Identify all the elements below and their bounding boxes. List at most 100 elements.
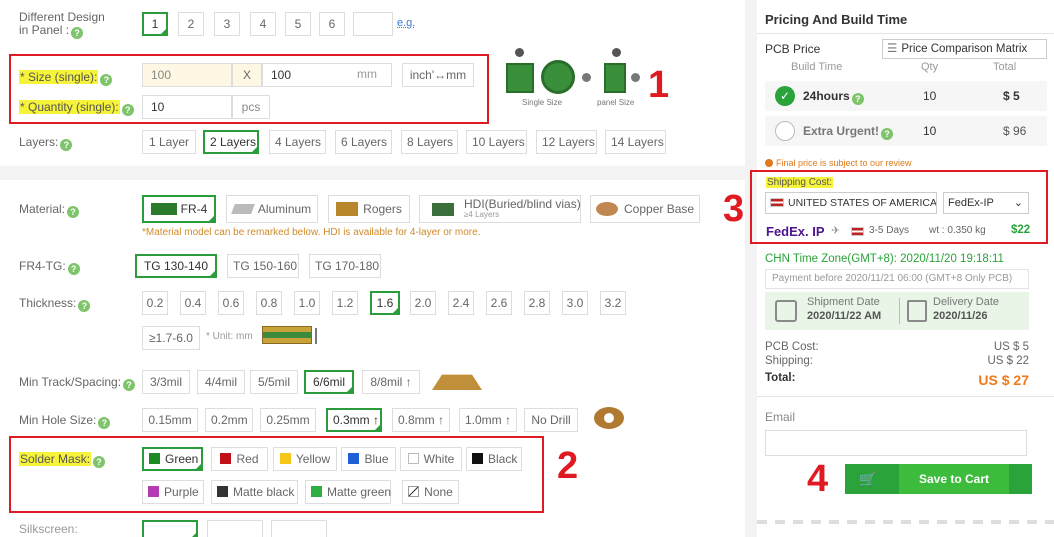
unit-convert-button[interactable]: inch'↔mm: [402, 63, 474, 87]
layers-option[interactable]: 14 Layers: [605, 130, 666, 154]
fr4-tg-option[interactable]: TG 150-160: [227, 254, 299, 278]
remove-icon[interactable]: [612, 48, 621, 57]
layers-option[interactable]: 4 Layers: [269, 130, 326, 154]
example-link[interactable]: e.g.: [397, 17, 415, 29]
hole-size-option-selected[interactable]: 0.3mm ↑: [326, 408, 382, 432]
track-spacing-option-selected[interactable]: 6/6mil: [304, 370, 354, 394]
help-icon[interactable]: ?: [60, 139, 73, 151]
thickness-option[interactable]: 0.6: [218, 291, 244, 315]
thickness-option[interactable]: 2.4: [448, 291, 474, 315]
silkscreen-option[interactable]: [271, 520, 327, 537]
track-spacing-option[interactable]: 8/8mil ↑: [362, 370, 420, 394]
layers-option-selected[interactable]: 2 Layers: [203, 130, 259, 154]
help-icon[interactable]: ?: [67, 206, 80, 218]
build-option-total: $ 5: [1003, 89, 1020, 103]
round-pcb-image: [541, 60, 575, 94]
solder-mask-option-yellow[interactable]: Yellow: [273, 447, 337, 471]
final-price-note: Final price is subject to our review: [765, 158, 912, 168]
solder-mask-option-green[interactable]: Green: [142, 447, 203, 471]
solder-mask-option-black[interactable]: Black: [466, 447, 522, 471]
delivery-label: Delivery Date: [933, 296, 1000, 308]
thickness-option[interactable]: 1.0: [294, 291, 320, 315]
thickness-option[interactable]: 0.4: [180, 291, 206, 315]
thickness-option[interactable]: 0.2: [142, 291, 168, 315]
solder-mask-option-red[interactable]: Red: [211, 447, 268, 471]
layers-option[interactable]: 1 Layer: [142, 130, 196, 154]
track-spacing-option[interactable]: 4/4mil: [197, 370, 245, 394]
hole-size-option[interactable]: 0.8mm ↑: [392, 408, 450, 432]
hole-size-option[interactable]: 0.25mm: [260, 408, 316, 432]
solder-mask-option-purple[interactable]: Purple: [142, 480, 204, 504]
layers-option[interactable]: 6 Layers: [335, 130, 392, 154]
country-select[interactable]: UNITED STATES OF AMERICA▴: [765, 192, 937, 214]
help-icon[interactable]: ?: [93, 456, 106, 468]
solder-mask-option-white[interactable]: White: [400, 447, 462, 471]
hole-size-option[interactable]: 0.2mm: [205, 408, 253, 432]
toggle-icon[interactable]: [582, 73, 591, 82]
design-panel-option-5[interactable]: 5: [285, 12, 311, 36]
solder-mask-option-matte-green[interactable]: Matte green: [305, 480, 391, 504]
thickness-option-selected[interactable]: 1.6: [370, 291, 400, 315]
hole-size-option[interactable]: 0.15mm: [142, 408, 198, 432]
help-icon[interactable]: ?: [881, 128, 894, 140]
thickness-option-custom[interactable]: ≥1.7-6.0: [142, 326, 200, 350]
material-option-aluminum[interactable]: Aluminum: [226, 195, 318, 223]
build-option-row[interactable]: ✓ 24hours? 10 $ 5: [765, 81, 1047, 111]
thickness-option[interactable]: 2.6: [486, 291, 512, 315]
thickness-option[interactable]: 1.2: [332, 291, 358, 315]
shipping-method-select[interactable]: FedEx-IP ⌄: [943, 192, 1029, 214]
layers-option[interactable]: 8 Layers: [401, 130, 458, 154]
help-icon[interactable]: ?: [100, 74, 113, 86]
fr4-tg-option[interactable]: TG 170-180: [309, 254, 381, 278]
design-panel-option-1[interactable]: 1: [142, 12, 168, 36]
layers-option[interactable]: 10 Layers: [466, 130, 527, 154]
toggle-icon[interactable]: [631, 73, 640, 82]
hole-size-option[interactable]: No Drill: [524, 408, 578, 432]
help-icon[interactable]: ?: [123, 379, 136, 391]
silkscreen-option-selected[interactable]: [142, 520, 198, 537]
help-icon[interactable]: ?: [851, 93, 864, 105]
quantity-input[interactable]: 10: [142, 95, 232, 119]
design-panel-custom-input[interactable]: [353, 12, 393, 36]
silkscreen-option[interactable]: [207, 520, 263, 537]
design-panel-option-2[interactable]: 2: [178, 12, 204, 36]
help-icon[interactable]: ?: [78, 300, 91, 312]
thickness-option[interactable]: 3.2: [600, 291, 626, 315]
warning-icon: [765, 159, 773, 167]
email-input[interactable]: [765, 430, 1027, 456]
hole-size-option[interactable]: 1.0mm ↑: [459, 408, 517, 432]
help-icon[interactable]: ?: [67, 263, 80, 275]
thickness-option[interactable]: 2.0: [410, 291, 436, 315]
matte-black-swatch: [217, 486, 228, 497]
drill-hole-icon: [594, 407, 624, 429]
design-panel-option-3[interactable]: 3: [214, 12, 240, 36]
help-icon[interactable]: ?: [121, 104, 134, 116]
material-option-rogers[interactable]: Rogers: [328, 195, 410, 223]
remove-icon[interactable]: [515, 48, 524, 57]
track-spacing-option[interactable]: 5/5mil: [250, 370, 298, 394]
thickness-option[interactable]: 0.8: [256, 291, 282, 315]
radio-circle-icon[interactable]: [775, 121, 795, 141]
help-icon[interactable]: ?: [71, 27, 84, 39]
price-comparison-button[interactable]: ☰ Price Comparison Matrix: [882, 39, 1047, 59]
size-width-input[interactable]: 100: [142, 63, 232, 87]
solder-mask-option-blue[interactable]: Blue: [341, 447, 396, 471]
design-panel-option-4[interactable]: 4: [250, 12, 276, 36]
footer-strip: [757, 520, 1054, 524]
save-to-cart-button[interactable]: 🛒 Save to Cart: [845, 464, 1032, 494]
design-panel-option-6[interactable]: 6: [319, 12, 345, 36]
hole-size-label: Min Hole Size:?: [19, 414, 111, 429]
thickness-option[interactable]: 2.8: [524, 291, 550, 315]
solder-mask-option-none[interactable]: None: [402, 480, 459, 504]
layers-option[interactable]: 12 Layers: [536, 130, 597, 154]
help-icon[interactable]: ?: [98, 417, 111, 429]
check-circle-icon[interactable]: ✓: [775, 86, 795, 106]
fr4-tg-option-selected[interactable]: TG 130-140: [135, 254, 217, 278]
material-option-copper[interactable]: Copper Base: [590, 195, 700, 223]
thickness-option[interactable]: 3.0: [562, 291, 588, 315]
material-option-hdi[interactable]: HDI(Buried/blind vias) ≥4 Layers: [419, 195, 581, 223]
build-option-row[interactable]: Extra Urgent!? 10 $ 96: [765, 116, 1047, 146]
track-spacing-option[interactable]: 3/3mil: [142, 370, 190, 394]
material-option-fr4[interactable]: FR-4: [142, 195, 216, 223]
solder-mask-option-matte-black[interactable]: Matte black: [211, 480, 298, 504]
